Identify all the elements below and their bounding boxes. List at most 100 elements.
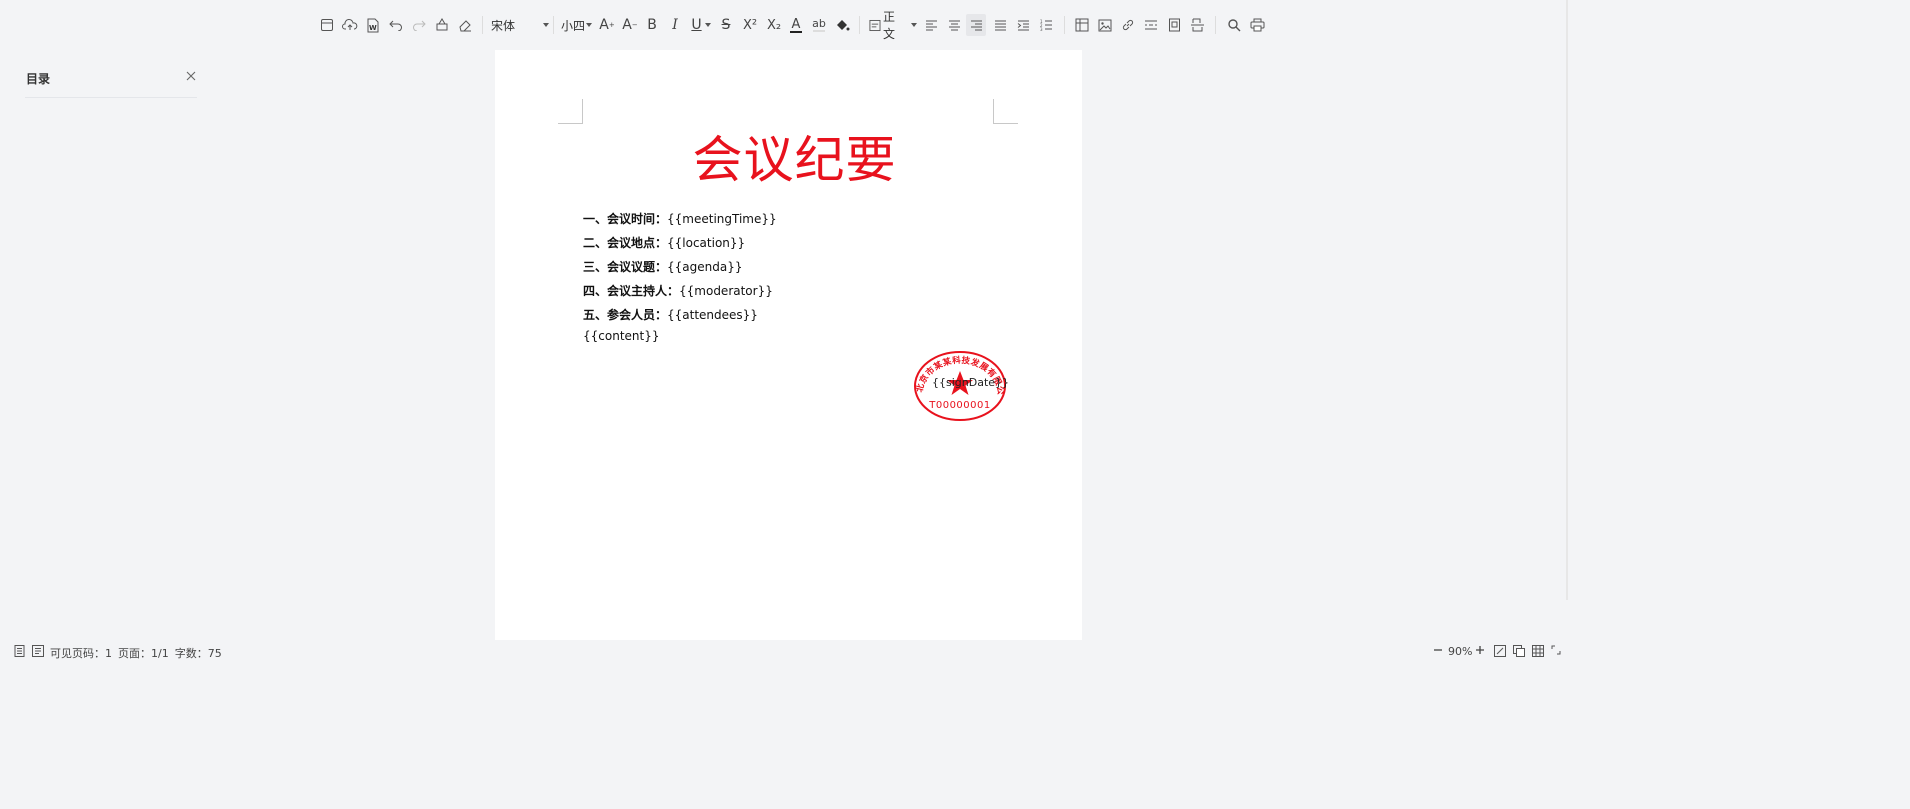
clear-format-icon[interactable] <box>456 14 474 36</box>
font-color-button[interactable]: A <box>788 14 804 36</box>
page-mode-icon[interactable] <box>14 645 25 657</box>
page-value: 1/1 <box>151 646 169 660</box>
align-left-icon[interactable] <box>922 14 940 36</box>
seal-code-text: T00000001 <box>928 400 991 411</box>
svg-text:W: W <box>369 24 377 32</box>
toolbar: W 宋体 小四 A + A − B I U S X² X₂ A ab 正文 1 … <box>0 0 1568 50</box>
image-icon[interactable] <box>1096 14 1114 36</box>
line-value: {{agenda}} <box>667 260 743 274</box>
subscript-glyph: X₂ <box>766 17 782 33</box>
status-bar: 可见页码： 1 页面： 1/1 字数： 75 90% <box>0 641 1568 664</box>
highlight-swatch <box>813 30 825 32</box>
fullscreen-icon[interactable] <box>1551 645 1561 655</box>
align-right-icon[interactable] <box>966 14 986 36</box>
print-icon[interactable] <box>1248 14 1266 36</box>
catalog-title: 目录 <box>26 72 51 86</box>
format-painter-icon[interactable] <box>433 14 451 36</box>
bold-button[interactable]: B <box>644 14 660 36</box>
meeting-time-line[interactable]: 一、会议时间：{{meetingTime}} <box>583 210 777 227</box>
align-justify-icon[interactable] <box>991 14 1009 36</box>
document-page[interactable]: 会议纪要 一、会议时间：{{meetingTime}} 二、会议地点：{{loc… <box>495 50 1082 640</box>
superscript-button[interactable]: X² <box>740 14 760 36</box>
company-seal[interactable]: 北京市某某科技发展有限公司 T00000001 {{signDate}} <box>907 342 1010 423</box>
align-center-icon[interactable] <box>945 14 963 36</box>
catalog-toggle-icon[interactable] <box>32 645 44 657</box>
visible-pages-value: 1 <box>105 646 112 660</box>
italic-glyph: I <box>672 17 678 33</box>
line-label: 四、会议主持人： <box>583 284 680 298</box>
font-size-decrease-icon[interactable]: A − <box>621 14 639 36</box>
highlight-glyph: ab <box>812 17 826 30</box>
document-title[interactable]: 会议纪要 <box>495 120 1082 192</box>
page-break-icon[interactable] <box>1188 14 1206 36</box>
line-value: {{meetingTime}} <box>667 212 777 226</box>
save-icon[interactable] <box>318 14 336 36</box>
catalog-divider <box>25 97 197 98</box>
bold-glyph: B <box>647 17 657 33</box>
codeblock-icon[interactable] <box>1165 14 1183 36</box>
chevron-down-icon <box>543 23 549 27</box>
toolbar-divider <box>482 16 483 34</box>
paragraph-style-select[interactable]: 正文 <box>869 10 917 41</box>
word-count-label: 字数： <box>174 647 208 660</box>
separator-line-icon[interactable] <box>1142 14 1160 36</box>
strikethrough-button[interactable]: S <box>718 14 734 36</box>
subscript-button[interactable]: X₂ <box>764 14 784 36</box>
font-size-increase-icon[interactable]: A + <box>598 14 616 36</box>
meeting-attendees-line[interactable]: 五、参会人员：{{attendees}} <box>583 306 758 323</box>
zoom-level[interactable]: 90% <box>1448 645 1472 658</box>
visible-pages-label: 可见页码： <box>50 647 105 660</box>
chevron-down-icon <box>586 23 593 27</box>
close-icon[interactable] <box>184 68 198 82</box>
page-label: 页面： <box>118 647 151 660</box>
underline-glyph: U <box>691 17 702 33</box>
meeting-agenda-line[interactable]: 三、会议议题：{{agenda}} <box>583 258 742 275</box>
font-size-select[interactable]: 小四 <box>561 14 593 36</box>
ordered-list-icon[interactable]: 123 <box>1037 14 1055 36</box>
export-word-icon[interactable]: W <box>364 14 382 36</box>
redo-icon[interactable] <box>410 14 428 36</box>
paragraph-style-value: 正文 <box>882 10 895 41</box>
toolbar-divider <box>859 16 860 34</box>
superscript-glyph: X² <box>742 17 758 33</box>
toolbar-divider <box>1064 16 1065 34</box>
font-family-value: 宋体 <box>491 18 516 33</box>
line-label: 三、会议议题： <box>583 260 668 274</box>
font-color-swatch <box>790 30 802 33</box>
search-icon[interactable] <box>1225 14 1243 36</box>
font-size-value: 小四 <box>561 18 586 33</box>
undo-icon[interactable] <box>387 14 405 36</box>
grid-view-icon[interactable] <box>1532 645 1544 657</box>
word-count-value: 75 <box>207 646 222 660</box>
italic-button[interactable]: I <box>667 14 683 36</box>
status-info: 可见页码： 1 页面： 1/1 字数： 75 <box>50 645 222 661</box>
edit-mode-icon[interactable] <box>1494 645 1506 657</box>
line-label: 五、参会人员： <box>583 308 668 322</box>
cloud-upload-icon[interactable] <box>341 14 359 36</box>
zoom-out-icon[interactable] <box>1433 645 1443 655</box>
chevron-down-icon <box>911 23 917 27</box>
table-icon[interactable] <box>1073 14 1091 36</box>
content-placeholder[interactable]: {{content}} <box>583 329 659 343</box>
highlight-button[interactable]: ab <box>810 14 828 36</box>
vertical-scrollbar[interactable] <box>1566 0 1568 600</box>
chevron-down-icon <box>704 23 711 27</box>
link-icon[interactable] <box>1119 14 1137 36</box>
meeting-location-line[interactable]: 二、会议地点：{{location}} <box>583 234 745 251</box>
zoom-in-icon[interactable] <box>1475 645 1485 655</box>
meeting-moderator-line[interactable]: 四、会议主持人：{{moderator}} <box>583 282 773 299</box>
toolbar-divider <box>1215 16 1216 34</box>
font-family-select[interactable]: 宋体 <box>491 14 549 36</box>
strike-glyph: S <box>721 17 731 33</box>
sign-date-placeholder: {{signDate}} <box>932 376 1010 389</box>
line-value: {{moderator}} <box>679 284 773 298</box>
underline-button[interactable]: U <box>689 14 713 36</box>
line-value: {{attendees}} <box>667 308 758 322</box>
paint-bucket-icon[interactable] <box>833 14 851 36</box>
line-value: {{location}} <box>667 236 746 250</box>
toolbar-divider <box>553 16 554 34</box>
indent-icon[interactable] <box>1014 14 1032 36</box>
svg-text:3: 3 <box>1040 27 1043 31</box>
font-color-glyph: A <box>791 16 801 32</box>
multi-page-icon[interactable] <box>1513 645 1525 657</box>
